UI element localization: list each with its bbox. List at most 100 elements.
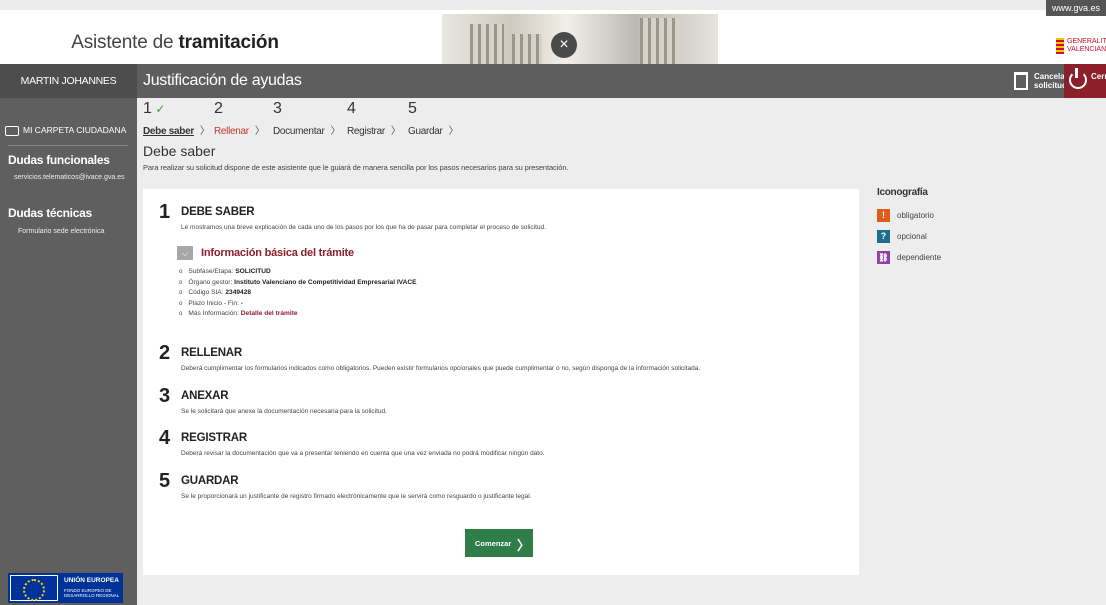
title-bar: MARTIN JOHANNES VORBECK Justificación de… xyxy=(0,64,1106,121)
eu-subtitle: FONDO EUROPEO DE DESARROLLO REGIONAL xyxy=(64,588,120,598)
eu-title: UNIÓN EUROPEA xyxy=(64,577,119,584)
info-row: Subfase/Etapa: SOLICITUD xyxy=(179,268,417,279)
generalitat-logo: GENERALITAT VALENCIANA xyxy=(1056,38,1106,54)
eu-flag-icon xyxy=(10,575,58,601)
info-toggle[interactable]: ⌵ Información básica del trámite xyxy=(177,246,477,262)
info-row: Órgano gestor: Instituto Valenciano de C… xyxy=(179,278,417,290)
info-value: - xyxy=(240,299,243,307)
close-application-label: Cerrar Aplicación xyxy=(1091,72,1106,81)
trash-icon xyxy=(1014,72,1028,90)
info-row: Código SIA: 2349428 xyxy=(179,289,417,300)
step-3-label: Documentar xyxy=(273,126,325,137)
technical-help-link[interactable]: Formulario sede electrónica xyxy=(18,228,104,235)
item-number: 5 xyxy=(159,470,171,492)
step-4-label: Registrar xyxy=(347,126,385,137)
chevron-right-icon: 〉 xyxy=(448,126,459,137)
item-description: Se le proporcionará un justificante de r… xyxy=(181,493,532,500)
info-value: 2349428 xyxy=(225,289,252,296)
item-heading: GUARDAR xyxy=(181,475,239,487)
legend-item: ⛓ dependiente xyxy=(877,251,997,265)
cancel-request-label: Cancela solicitud xyxy=(1034,72,1067,90)
start-button[interactable]: Comenzar 〉 xyxy=(465,529,533,557)
generalitat-logo-text: GENERALITAT VALENCIANA xyxy=(1067,38,1106,53)
question-icon: ? xyxy=(877,230,890,243)
my-folder-link[interactable]: MI CARPETA CIUDADANA xyxy=(5,120,135,140)
step-3-number: 3 xyxy=(273,100,282,117)
technical-help-title: Dudas técnicas xyxy=(8,206,92,220)
power-icon xyxy=(1069,68,1087,89)
folder-icon xyxy=(5,125,19,136)
legend-label: opcional xyxy=(897,232,927,241)
chevron-right-icon: 〉 xyxy=(330,126,341,137)
section-title: Debe saber xyxy=(143,143,216,159)
item-heading: ANEXAR xyxy=(181,390,229,402)
chevron-down-icon: ⌵ xyxy=(177,246,193,260)
eu-logo: UNIÓN EUROPEA FONDO EUROPEO DE DESARROLL… xyxy=(8,573,123,603)
item-number: 4 xyxy=(159,427,171,449)
legend-label: dependiente xyxy=(897,253,942,262)
item-description: Deberá cumplimentar los formularios indi… xyxy=(181,365,701,372)
chevron-right-icon: 〉 xyxy=(254,126,265,137)
info-row: Plazo Inicio - Fin: - xyxy=(179,300,417,311)
app-title: Asistente de tramitación xyxy=(0,32,350,54)
check-icon: ✓ xyxy=(155,102,165,116)
link-icon: ⛓ xyxy=(877,251,890,264)
item-number: 2 xyxy=(159,342,171,364)
close-application-button[interactable]: Cerrar Aplicación xyxy=(1064,64,1106,98)
sidebar: MI CARPETA CIUDADANA Dudas funcionales s… xyxy=(0,98,137,605)
step-1-number: 1 xyxy=(143,100,152,117)
section-description: Para realizar su solicitud dispone de es… xyxy=(143,163,569,172)
info-value: SOLICITUD xyxy=(235,268,271,275)
step-1-label: Debe saber xyxy=(143,126,194,137)
cancel-request-button[interactable]: Cancela solicitud xyxy=(1014,64,1067,98)
functional-help-email[interactable]: servicios.telematicos@ivace.gva.es xyxy=(14,174,125,181)
info-label: Plazo Inicio - Fin: xyxy=(188,299,239,307)
close-icon[interactable]: × xyxy=(551,32,577,58)
step-2-number: 2 xyxy=(214,100,223,117)
info-row: Más Información: Detalle del trámite xyxy=(179,310,417,321)
step-5-number: 5 xyxy=(408,100,417,117)
iconography-title: Iconografía xyxy=(877,187,928,198)
iconography-legend: Iconografía ! obligatorio ? opcional ⛓ d… xyxy=(877,187,941,264)
item-description: Deberá revisar la documentación que va a… xyxy=(181,450,545,457)
item-number: 1 xyxy=(159,201,171,223)
my-folder-label: MI CARPETA CIUDADANA xyxy=(23,125,127,135)
functional-help-title: Dudas funcionales xyxy=(8,153,110,167)
page-heading: Justificación de ayudas xyxy=(143,72,302,89)
app-title-light: Asistente de xyxy=(71,32,174,53)
item-heading: RELLENAR xyxy=(181,347,243,359)
step-1[interactable]: 1 ✓ Debe saber 〉 xyxy=(143,100,223,137)
item-heading: DEBE SABER xyxy=(181,206,255,218)
detail-link[interactable]: Detalle del trámite xyxy=(241,310,298,317)
item-heading: REGISTRAR xyxy=(181,432,247,444)
chevron-right-icon: 〉 xyxy=(199,126,210,137)
chevron-right-icon: 〉 xyxy=(517,538,531,553)
chevron-right-icon: 〉 xyxy=(390,126,401,137)
item-description: Le mostramos una breve explicación de ca… xyxy=(181,224,546,231)
info-value: Instituto Valenciano de Competitividad E… xyxy=(234,278,417,286)
info-label: Subfase/Etapa: xyxy=(188,268,234,275)
gva-link[interactable]: www.gva.es xyxy=(1046,0,1106,16)
step-5-label: Guardar xyxy=(408,126,443,137)
app-title-bold: tramitación xyxy=(178,32,279,53)
content-panel: 1 DEBE SABER Le mostramos una breve expl… xyxy=(143,189,859,575)
legend-label: obligatorio xyxy=(897,211,934,220)
legend-item: ? opcional xyxy=(877,230,997,244)
start-button-label: Comenzar xyxy=(475,539,512,548)
sidebar-divider xyxy=(8,145,128,146)
exclamation-icon: ! xyxy=(877,209,890,222)
info-list: Subfase/Etapa: SOLICITUD Órgano gestor: … xyxy=(179,268,417,321)
info-label: Más Información: xyxy=(188,310,239,317)
step-4-number: 4 xyxy=(347,100,356,117)
header-banner-image xyxy=(442,14,718,64)
info-label: Órgano gestor: xyxy=(188,278,233,286)
legend-item: ! obligatorio xyxy=(877,209,997,223)
step-2-label: Rellenar xyxy=(214,126,249,137)
info-toggle-label: Información básica del trámite xyxy=(201,247,354,259)
item-description: Se le solicitará que anexe la documentac… xyxy=(181,408,387,415)
info-label: Código SIA: xyxy=(188,289,224,296)
item-number: 3 xyxy=(159,385,171,407)
step-3[interactable]: 3 Documentar 〉 xyxy=(273,100,353,137)
step-5[interactable]: 5 Guardar 〉 xyxy=(408,100,488,137)
user-name: MARTIN JOHANNES VORBECK xyxy=(0,64,137,121)
